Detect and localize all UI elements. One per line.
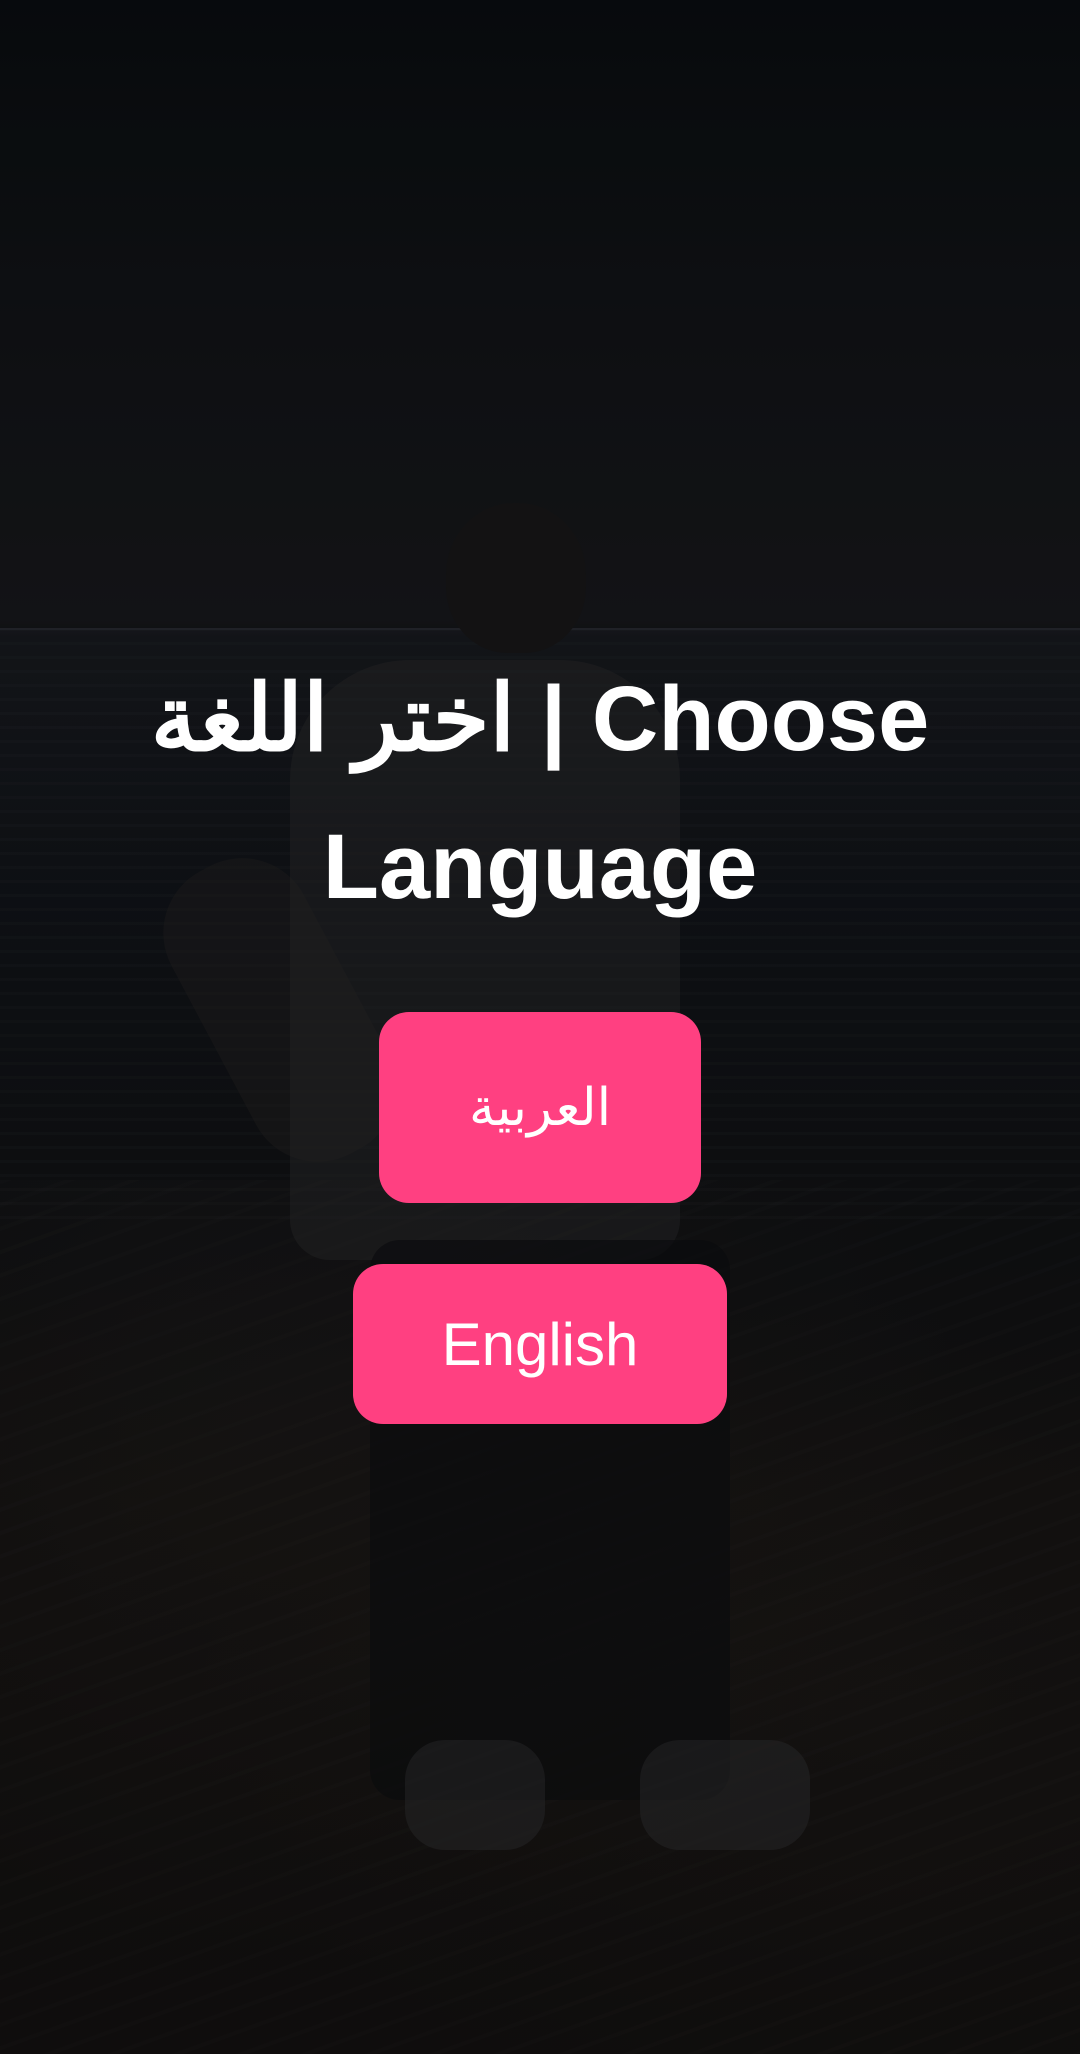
page-title: اختر اللغة | Choose Language (150, 668, 930, 918)
language-selection-screen: اختر اللغة | Choose Language العربية Eng… (0, 0, 1080, 2054)
english-language-button[interactable]: English (353, 1264, 727, 1424)
arabic-language-button[interactable]: العربية (379, 1012, 701, 1203)
content-layer: اختر اللغة | Choose Language العربية Eng… (0, 0, 1080, 2054)
